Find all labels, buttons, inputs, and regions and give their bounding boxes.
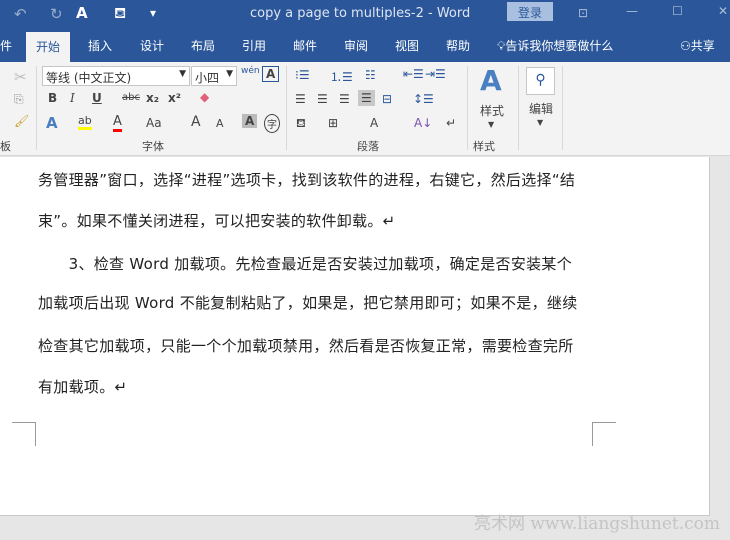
subscript-button[interactable]: x₂ (146, 91, 159, 105)
tab-home[interactable]: 开始 (26, 32, 71, 62)
char-border-icon[interactable]: A (262, 66, 280, 82)
paragraph-line: 检查其它加载项，只能一个个加载项禁用，然后看是否恢复正常，需要检查完所 (38, 337, 574, 355)
underline-button[interactable]: U (92, 91, 102, 105)
align-left-icon[interactable]: ☰ (295, 92, 306, 106)
paragraph-line: 3、检查 Word 加载项。先检查最近是否安装过加载项，确定是否安装某个 (38, 255, 573, 273)
text-effects-icon[interactable]: A (46, 114, 58, 132)
tab-references[interactable]: 引用 (242, 37, 266, 54)
paragraph-line: 加载项后出现 Word 不能复制粘贴了，如果是，把它禁用即可；如果不是，继续 (38, 294, 578, 312)
format-painter-icon[interactable]: 🖌︎ (14, 114, 29, 128)
cut-icon[interactable]: ✂ (14, 68, 27, 86)
font-color-quick-icon[interactable]: A (76, 4, 88, 22)
show-marks-icon[interactable]: ↵ (446, 116, 456, 130)
maximize-button[interactable]: ☐ (672, 4, 683, 18)
align-right-icon[interactable]: ☰ (339, 92, 350, 106)
ribbon-tabs: 件 开始 插入 设计 布局 引用 邮件 审阅 视图 帮助 💡︎告诉我你想要做什么… (0, 30, 730, 62)
person-icon: ⚇ (680, 39, 691, 53)
bold-button[interactable]: B (48, 91, 57, 105)
char-shading-button[interactable]: A (242, 114, 258, 128)
tab-insert[interactable]: 插入 (88, 37, 112, 54)
decrease-indent-icon[interactable]: ⇤☰ (403, 67, 424, 81)
italic-button[interactable]: I (70, 91, 75, 105)
borders-icon[interactable]: ⊞ (328, 116, 338, 130)
font-color-icon[interactable]: A (113, 114, 122, 132)
styles-group-label: 样式 (473, 140, 495, 153)
undo-icon[interactable]: ↶ (14, 5, 27, 23)
paragraph-group-label: 段落 (357, 140, 379, 153)
tab-view[interactable]: 视图 (395, 37, 419, 54)
justify-icon[interactable]: ☰ (358, 90, 375, 106)
tab-design[interactable]: 设计 (140, 37, 164, 54)
styles-button[interactable]: 样式 (480, 102, 504, 119)
crop-mark (592, 422, 616, 446)
shrink-font-button[interactable]: A (216, 117, 224, 130)
minimize-button[interactable]: — (626, 4, 638, 18)
asian-layout-icon[interactable]: A (370, 116, 378, 130)
phonetic-guide-icon[interactable]: wén (241, 66, 260, 76)
editing-button[interactable]: 编辑 (529, 100, 553, 117)
window-title: copy a page to multiples-2 - Word (250, 6, 471, 21)
document-page[interactable]: 务管理器”窗口，选择“进程”选项卡，找到该软件的进程，右键它，然后选择“结 束”… (0, 157, 710, 516)
title-bar: ↶ ↻ A ⛾ ▾ copy a page to multiples-2 - W… (0, 0, 730, 30)
divider (36, 66, 37, 150)
styles-icon[interactable]: A (480, 64, 502, 97)
numbering-icon[interactable]: ⒈☰ (330, 68, 353, 85)
tell-me-label: 告诉我你想要做什么 (505, 39, 614, 53)
fill-color-quick-icon[interactable]: ⛾ (114, 4, 126, 24)
login-button[interactable]: 登录 (507, 2, 553, 21)
crop-mark (12, 422, 36, 446)
divider (467, 66, 468, 150)
enclose-char-button[interactable]: 字 (264, 114, 280, 133)
multilevel-list-icon[interactable]: ☷ (365, 68, 376, 82)
redo-icon[interactable]: ↻ (50, 5, 63, 23)
clipboard-group-label: 板 (0, 140, 11, 153)
clear-formatting-icon[interactable]: ◆ (200, 90, 209, 104)
grow-font-button[interactable]: A (191, 114, 201, 130)
tab-help[interactable]: 帮助 (446, 37, 470, 54)
tell-me-search[interactable]: 💡︎告诉我你想要做什么 (497, 37, 613, 54)
font-name-value: 等线 (中文正文) (46, 71, 132, 85)
sort-icon[interactable]: A↓ (414, 116, 432, 130)
increase-indent-icon[interactable]: ⇥☰ (425, 67, 446, 81)
tab-file[interactable]: 件 (0, 37, 12, 54)
divider (518, 66, 519, 150)
search-icon[interactable]: ⚲ (526, 67, 555, 95)
change-case-button[interactable]: Aa (146, 116, 162, 130)
paragraph-line: 务管理器”窗口，选择“进程”选项卡，找到该软件的进程，右键它，然后选择“结 (38, 171, 576, 189)
tab-mailings[interactable]: 邮件 (293, 37, 317, 54)
font-size-dropdown[interactable]: 小四 ▼ (191, 66, 237, 86)
chevron-down-icon: ▼ (179, 69, 186, 79)
font-size-value: 小四 (195, 71, 220, 85)
watermark: 亮术网 www.liangshunet.com (473, 514, 720, 534)
ribbon-display-button[interactable]: ⊡ (578, 6, 588, 20)
copy-icon[interactable]: ⎘ (14, 92, 24, 107)
paragraph-line: 束”。如果不懂关闭进程，可以把安装的软件卸载。↵ (38, 212, 396, 230)
tab-layout[interactable]: 布局 (191, 37, 215, 54)
close-button[interactable]: ✕ (718, 4, 728, 18)
customize-qat-button[interactable]: ▾ (150, 6, 156, 20)
divider (562, 66, 563, 150)
shading-icon[interactable]: ⛾ (296, 116, 306, 132)
share-label: 共享 (690, 39, 715, 53)
strikethrough-button[interactable]: abc (122, 92, 140, 103)
line-spacing-icon[interactable]: ↕☰ (413, 92, 434, 106)
vertical-scrollbar[interactable] (711, 157, 730, 516)
highlight-color-icon[interactable]: ab (78, 114, 92, 130)
distributed-icon[interactable]: ⊟ (382, 92, 392, 106)
chevron-down-icon[interactable]: ▼ (537, 118, 543, 127)
align-center-icon[interactable]: ☰ (317, 92, 328, 106)
font-name-dropdown[interactable]: 等线 (中文正文) ▼ (42, 66, 190, 86)
divider (286, 66, 287, 150)
font-group-label: 字体 (142, 140, 164, 153)
ribbon: ✂ ⎘ 🖌︎ 板 等线 (中文正文) ▼ 小四 ▼ wén A B I U abc … (0, 62, 730, 156)
paragraph-line: 有加载项。↵ (38, 378, 128, 396)
share-button[interactable]: ⚇共享 (680, 37, 715, 54)
chevron-down-icon[interactable]: ▼ (488, 120, 494, 129)
superscript-button[interactable]: x² (168, 91, 181, 105)
tab-review[interactable]: 审阅 (344, 37, 368, 54)
bullets-icon[interactable]: ⁝☰ (295, 68, 310, 82)
chevron-down-icon: ▼ (226, 69, 233, 79)
